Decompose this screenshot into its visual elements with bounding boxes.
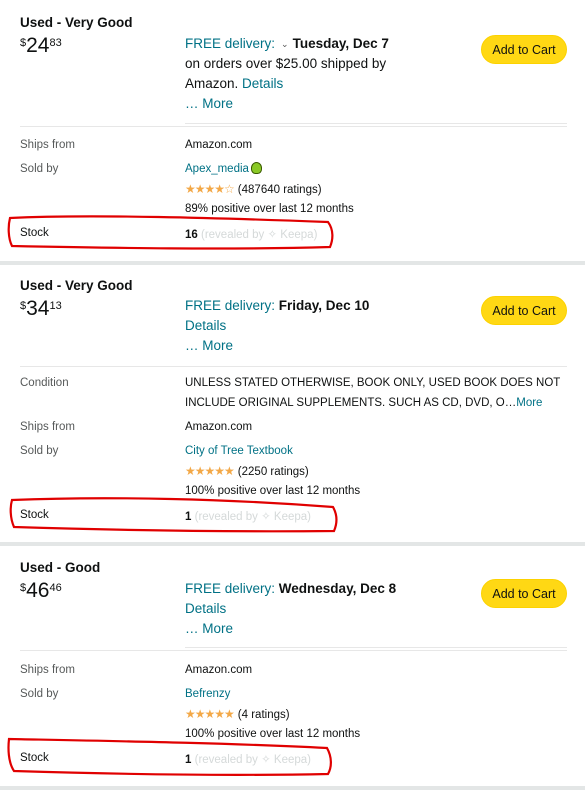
condition-label: Condition <box>20 377 69 389</box>
stock-count: 1 <box>185 754 192 766</box>
details-link[interactable]: Details <box>185 316 226 336</box>
sold-by-label: Sold by <box>20 688 59 700</box>
offer-card: Used - Good $4646 FREE delivery: Wednesd… <box>0 546 585 786</box>
sold-by-label: Sold by <box>20 445 59 457</box>
add-to-cart-button[interactable]: Add to Cart <box>481 579 567 608</box>
free-delivery-label: FREE delivery: <box>185 581 276 596</box>
positive-feedback: 100% positive over last 12 months <box>185 728 361 740</box>
free-delivery-label: FREE delivery: <box>185 298 276 313</box>
free-delivery-label: FREE delivery: <box>185 36 276 51</box>
add-to-cart-button[interactable]: Add to Cart <box>481 296 567 325</box>
keepa-note: (revealed by ✧ Keepa) <box>194 511 312 523</box>
apple-icon <box>250 162 262 174</box>
details-link[interactable]: Details <box>185 599 226 619</box>
offer-card: Used - Very Good $2483 FREE delivery: ⌄ Tu… <box>0 0 585 261</box>
delivery-terms: on orders over $25.00 shipped by <box>185 56 387 71</box>
seller-rating: ★★★★★ (2250 ratings) <box>185 464 309 478</box>
seller-name[interactable]: Apex_media <box>185 163 249 175</box>
sold-by-label: Sold by <box>20 163 59 175</box>
condition-note-2: INCLUDE ORIGINAL SUPPLEMENTS. SUCH AS CD… <box>185 397 542 409</box>
more-link[interactable]: … More <box>185 94 233 114</box>
offer-card: Used - Very Good $3413 FREE delivery: Fr… <box>0 265 585 542</box>
stock-label: Stock <box>20 227 49 239</box>
divider <box>20 650 567 651</box>
condition-more-link[interactable]: More <box>516 397 542 409</box>
stock-value: 1 (revealed by ✧ Keepa) <box>185 509 311 523</box>
stock-label: Stock <box>20 752 49 764</box>
price-fraction: 83 <box>49 37 62 49</box>
condition-title: Used - Good <box>20 560 101 575</box>
condition-note: UNLESS STATED OTHERWISE, BOOK ONLY, USED… <box>185 377 561 389</box>
divider <box>20 366 567 367</box>
details-link[interactable]: Details <box>242 76 283 91</box>
divider <box>20 126 567 127</box>
price-whole: 34 <box>26 297 50 320</box>
delivery-line: FREE delivery: Wednesday, Dec 8 <box>185 579 396 599</box>
price: $3413 <box>20 298 62 320</box>
stock-count: 16 <box>185 229 198 241</box>
ships-from-label: Ships from <box>20 664 75 676</box>
star-rating-icon[interactable]: ★★★★★ <box>185 707 235 721</box>
more-link[interactable]: … More <box>185 336 233 356</box>
delivery-terms-2: Amazon. Details <box>185 74 283 94</box>
positive-feedback: 100% positive over last 12 months <box>185 485 361 497</box>
ships-from-label: Ships from <box>20 139 75 151</box>
stock-value: 1 (revealed by ✧ Keepa) <box>185 752 311 766</box>
seller-rating: ★★★★★ (4 ratings) <box>185 707 290 721</box>
price-symbol: $ <box>20 300 27 312</box>
seller-link[interactable]: Befrenzy <box>185 688 230 700</box>
price-whole: 24 <box>26 34 50 57</box>
positive-feedback: 89% positive over last 12 months <box>185 203 354 215</box>
price-symbol: $ <box>20 582 27 594</box>
price-fraction: 46 <box>49 582 62 594</box>
keepa-note: (revealed by ✧ Keepa) <box>201 229 318 241</box>
delivery-date: Friday, Dec 10 <box>278 298 370 313</box>
condition-title: Used - Very Good <box>20 15 133 30</box>
keepa-note: (revealed by ✧ Keepa) <box>194 754 312 766</box>
delivery-line: FREE delivery: Friday, Dec 10 <box>185 296 369 316</box>
seller-rating: ★★★★☆ (487640 ratings) <box>185 182 322 196</box>
star-rating-icon[interactable]: ★★★★☆ <box>185 182 235 196</box>
more-link[interactable]: … More <box>185 619 233 639</box>
seller-link[interactable]: Apex_media <box>185 162 262 175</box>
add-to-cart-button[interactable]: Add to Cart <box>481 35 567 64</box>
divider <box>185 647 567 648</box>
stock-label: Stock <box>20 509 49 521</box>
price: $2483 <box>20 35 62 57</box>
ships-from-value: Amazon.com <box>185 664 253 676</box>
delivery-shipped-by: Amazon. <box>185 76 239 91</box>
ships-from-value: Amazon.com <box>185 139 253 151</box>
seller-link[interactable]: City of Tree Textbook <box>185 445 293 457</box>
delivery-date: Wednesday, Dec 8 <box>278 581 397 596</box>
condition-title: Used - Very Good <box>20 278 133 293</box>
condition-note-text: INCLUDE ORIGINAL SUPPLEMENTS. SUCH AS CD… <box>185 397 517 409</box>
price: $4646 <box>20 580 62 602</box>
price-symbol: $ <box>20 37 27 49</box>
ships-from-label: Ships from <box>20 421 75 433</box>
star-rating-icon[interactable]: ★★★★★ <box>185 464 235 478</box>
stock-value: 16 (revealed by ✧ Keepa) <box>185 227 317 241</box>
delivery-line: FREE delivery: ⌄ Tuesday, Dec 7 <box>185 34 389 55</box>
stock-count: 1 <box>185 511 192 523</box>
ratings-count: (2250 ratings) <box>237 466 309 478</box>
price-whole: 46 <box>26 579 50 602</box>
chevron-down-icon[interactable]: ⌄ <box>281 39 289 49</box>
price-fraction: 13 <box>49 300 62 312</box>
ratings-count: (4 ratings) <box>237 709 290 721</box>
ratings-count: (487640 ratings) <box>237 184 322 196</box>
divider <box>185 123 567 124</box>
ships-from-value: Amazon.com <box>185 421 253 433</box>
delivery-date: Tuesday, Dec 7 <box>292 36 389 51</box>
